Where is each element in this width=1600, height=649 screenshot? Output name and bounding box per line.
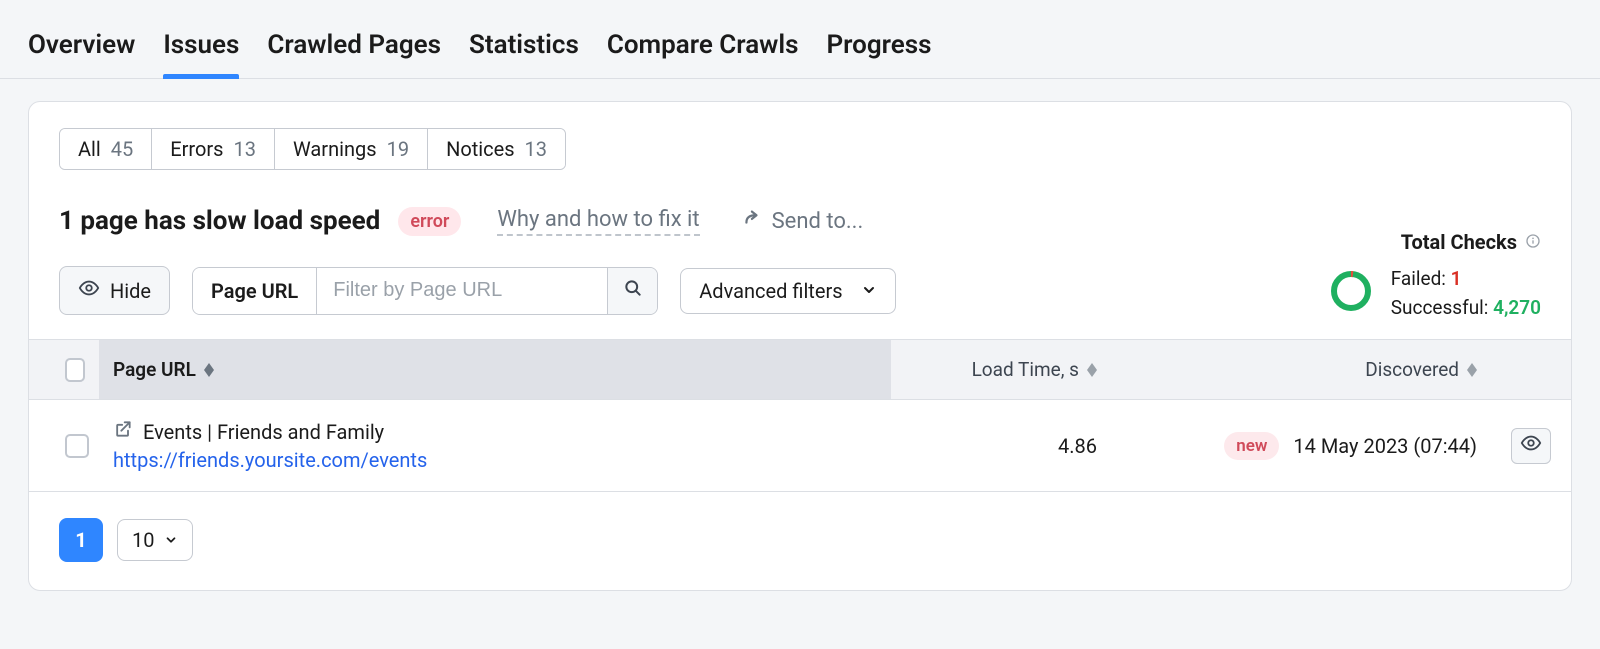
issues-panel: All 45 Errors 13 Warnings 19 Notices 13 … (28, 101, 1572, 591)
tab-crawled-pages[interactable]: Crawled Pages (267, 20, 441, 78)
filter-notices-count: 13 (525, 137, 547, 161)
row-checkbox-cell (29, 434, 99, 458)
filter-all-count: 45 (111, 137, 133, 161)
filter-all[interactable]: All 45 (60, 129, 152, 169)
tab-compare-crawls[interactable]: Compare Crawls (607, 20, 799, 78)
row-page-cell: Events | Friends and Family https://frie… (99, 419, 891, 472)
filter-warnings-label: Warnings (293, 137, 377, 161)
send-to-label: Send to... (772, 209, 864, 234)
total-checks: Total Checks Failed: 1 (1329, 236, 1541, 323)
row-checkbox[interactable] (65, 434, 89, 458)
successful-count: 4,270 (1493, 296, 1541, 319)
row-discovered-date: 14 May 2023 (07:44) (1293, 434, 1477, 458)
hide-button[interactable]: Hide (59, 266, 170, 315)
page-size-selector[interactable]: 10 (117, 519, 193, 561)
total-checks-values: Failed: 1 Successful: 4,270 (1391, 264, 1541, 323)
page-size-value: 10 (132, 528, 154, 552)
filter-warnings[interactable]: Warnings 19 (275, 129, 428, 169)
search-icon (623, 278, 643, 303)
row-page-url-link[interactable]: https://friends.yoursite.com/events (113, 448, 877, 472)
th-page-url[interactable]: Page URL (99, 340, 891, 399)
view-page-button[interactable] (1511, 428, 1551, 464)
filter-row: Hide Page URL Advanced filters Total Che… (59, 266, 1541, 315)
filter-warnings-count: 19 (387, 137, 409, 161)
url-filter-combo: Page URL (192, 267, 658, 315)
total-checks-title: Total Checks (1401, 230, 1517, 254)
th-page-url-label: Page URL (113, 358, 196, 381)
filter-all-label: All (78, 137, 101, 161)
table-header: Page URL Load Time, s Discovered (29, 340, 1571, 400)
url-filter-search-button[interactable] (607, 268, 657, 314)
new-badge: new (1224, 432, 1279, 460)
failed-label: Failed: (1391, 267, 1446, 290)
pagination: 1 10 (59, 518, 1541, 562)
advanced-filters-button[interactable]: Advanced filters (680, 268, 895, 314)
th-load-time-label: Load Time, s (972, 358, 1079, 381)
tab-overview[interactable]: Overview (28, 20, 135, 78)
results-table: Page URL Load Time, s Discovered (29, 339, 1571, 492)
successful-label: Successful: (1391, 296, 1489, 319)
select-all-checkbox[interactable] (65, 358, 85, 382)
th-load-time[interactable]: Load Time, s (891, 358, 1111, 381)
url-filter-field-selector[interactable]: Page URL (193, 268, 317, 314)
donut-chart-icon (1329, 269, 1373, 318)
chevron-down-icon (164, 528, 178, 552)
why-and-how-link[interactable]: Why and how to fix it (497, 207, 699, 236)
table-row: Events | Friends and Family https://frie… (29, 400, 1571, 492)
filter-notices-label: Notices (446, 137, 514, 161)
filter-errors-label: Errors (170, 137, 223, 161)
tab-issues[interactable]: Issues (163, 20, 239, 78)
sort-icon (1467, 363, 1477, 377)
filter-errors[interactable]: Errors 13 (152, 129, 275, 169)
row-discovered-cell: new 14 May 2023 (07:44) (1111, 432, 1491, 460)
top-tabs: Overview Issues Crawled Pages Statistics… (0, 0, 1600, 79)
tab-progress[interactable]: Progress (827, 20, 932, 78)
filter-errors-count: 13 (234, 137, 256, 161)
tab-statistics[interactable]: Statistics (469, 20, 579, 78)
chevron-down-icon (861, 279, 877, 303)
th-discovered-label: Discovered (1365, 358, 1459, 381)
advanced-filters-label: Advanced filters (699, 279, 842, 303)
issue-heading-row: 1 page has slow load speed error Why and… (59, 206, 1541, 236)
sort-icon (204, 363, 214, 377)
info-icon[interactable] (1525, 230, 1541, 254)
th-checkbox (29, 358, 99, 382)
failed-count: 1 (1451, 267, 1462, 290)
row-page-title: Events | Friends and Family (143, 420, 384, 444)
eye-icon (78, 277, 100, 304)
hide-label: Hide (110, 279, 151, 303)
issue-title: 1 page has slow load speed (59, 206, 380, 236)
filter-notices[interactable]: Notices 13 (428, 129, 565, 169)
external-link-icon[interactable] (113, 419, 133, 444)
th-discovered[interactable]: Discovered (1111, 358, 1491, 381)
severity-badge: error (398, 207, 461, 236)
eye-icon (1520, 432, 1542, 459)
issue-type-filter: All 45 Errors 13 Warnings 19 Notices 13 (59, 128, 566, 170)
send-to-button[interactable]: Send to... (740, 207, 864, 235)
url-filter-input[interactable] (317, 268, 607, 314)
sort-icon (1087, 363, 1097, 377)
row-actions-cell (1491, 428, 1571, 464)
share-arrow-icon (740, 207, 762, 235)
page-number-current[interactable]: 1 (59, 518, 103, 562)
row-load-time: 4.86 (891, 434, 1111, 458)
